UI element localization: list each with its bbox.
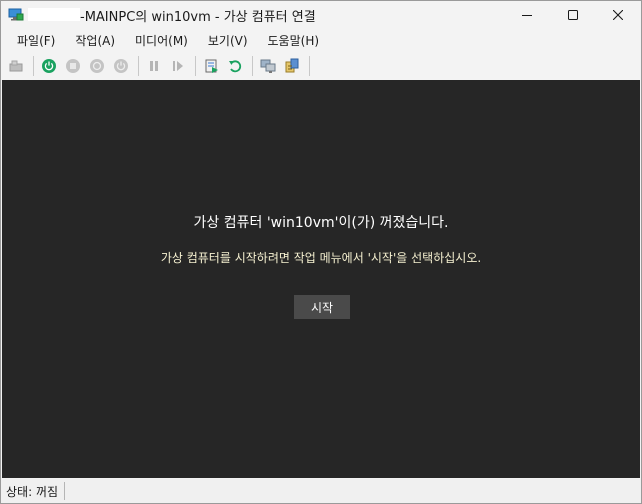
toolbar-separator <box>252 56 253 76</box>
menu-action[interactable]: 작업(A) <box>67 31 123 51</box>
status-separator <box>64 482 66 500</box>
window-title: -MAINPC의 win10vm - 가상 컴퓨터 연결 <box>80 10 316 25</box>
ctrl-alt-del-button[interactable] <box>5 55 27 77</box>
title-bar[interactable]: -MAINPC의 win10vm - 가상 컴퓨터 연결 <box>1 1 641 29</box>
checkpoint-icon <box>205 59 218 73</box>
resume-button[interactable] <box>167 55 189 77</box>
maximize-icon <box>568 10 578 20</box>
menu-help[interactable]: 도움말(H) <box>260 31 328 51</box>
checkpoint-button[interactable] <box>200 55 222 77</box>
toolbar-separator <box>138 56 139 76</box>
minimize-button[interactable] <box>504 1 550 29</box>
minimize-icon <box>522 15 532 16</box>
toolbar-separator <box>195 56 196 76</box>
toolbar-separator <box>33 56 34 76</box>
vm-status: 상태: 꺼짐 <box>6 484 59 499</box>
turn-off-button[interactable] <box>62 55 84 77</box>
enhanced-session-button[interactable] <box>257 55 279 77</box>
revert-button[interactable] <box>224 55 246 77</box>
redacted-host-name <box>28 8 80 21</box>
save-icon <box>114 59 128 73</box>
pause-button[interactable] <box>143 55 165 77</box>
save-state-button[interactable] <box>110 55 132 77</box>
revert-icon <box>229 60 242 73</box>
turn-off-icon <box>66 59 80 73</box>
pause-icon <box>150 61 158 71</box>
menu-view[interactable]: 보기(V) <box>200 31 256 51</box>
start-icon <box>42 59 56 73</box>
maximize-button[interactable] <box>550 1 596 29</box>
vm-display[interactable]: 가상 컴퓨터 'win10vm'이(가) 꺼졌습니다. 가상 컴퓨터를 시작하려… <box>2 80 640 478</box>
toolbar <box>1 53 641 79</box>
menu-file[interactable]: 파일(F) <box>9 31 63 51</box>
shut-down-icon <box>90 59 104 73</box>
vm-connection-window: -MAINPC의 win10vm - 가상 컴퓨터 연결 파일(F) 작업(A)… <box>0 0 642 504</box>
vm-start-hint: 가상 컴퓨터를 시작하려면 작업 메뉴에서 '시작'을 선택하십시오. <box>160 251 482 265</box>
status-bar: 상태: 꺼짐 <box>1 479 641 503</box>
vm-connect-app-icon <box>8 7 24 23</box>
close-button[interactable] <box>595 1 641 29</box>
share-button[interactable] <box>281 55 303 77</box>
close-icon <box>613 10 623 20</box>
menu-bar: 파일(F) 작업(A) 미디어(M) 보기(V) 도움말(H) <box>1 29 641 53</box>
resume-icon <box>173 61 183 71</box>
ctrl-alt-del-icon <box>9 60 23 72</box>
vm-off-message: 가상 컴퓨터 'win10vm'이(가) 꺼졌습니다. <box>193 215 449 231</box>
start-button[interactable]: 시작 <box>294 295 350 319</box>
start-toolbar-button[interactable] <box>38 55 60 77</box>
menu-media[interactable]: 미디어(M) <box>127 31 196 51</box>
share-icon <box>285 58 299 73</box>
toolbar-separator <box>309 56 310 76</box>
shut-down-button[interactable] <box>86 55 108 77</box>
enhanced-session-icon <box>260 59 276 73</box>
